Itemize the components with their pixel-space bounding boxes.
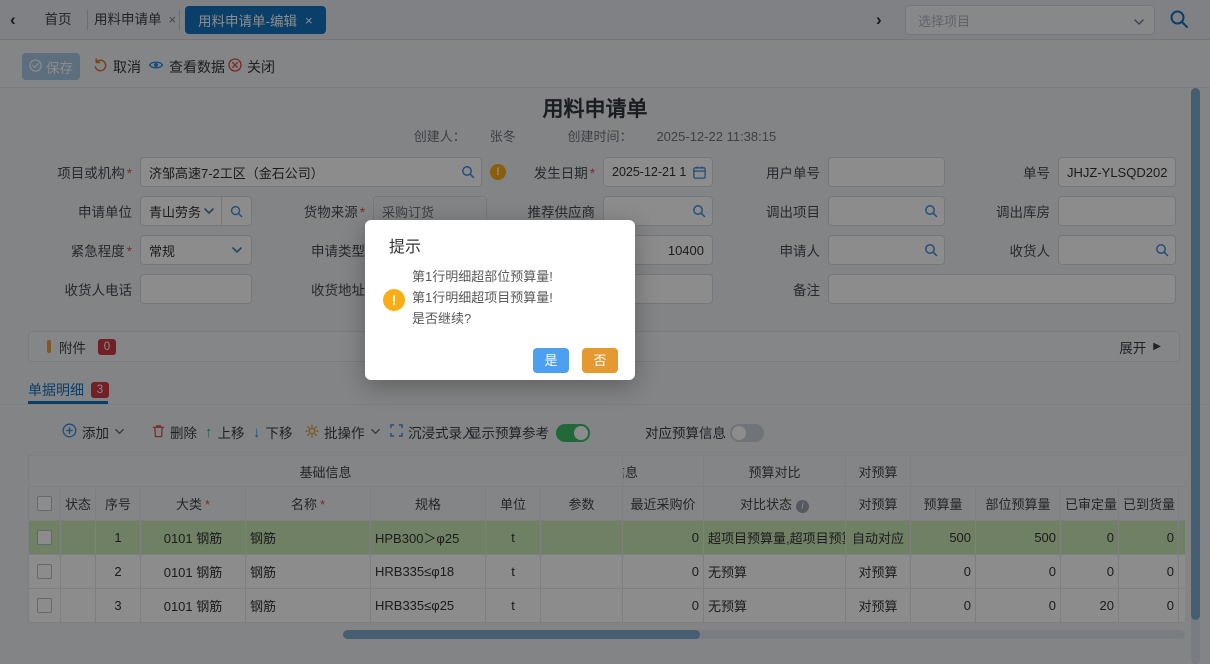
dialog-title: 提示 — [389, 239, 422, 256]
dialog-line: 第1行明细超部位预算量! — [412, 269, 553, 284]
confirm-dialog: 提示 ! 第1行明细超部位预算量! 第1行明细超项目预算量! 是否继续? 是 否 — [365, 220, 635, 380]
warning-icon: ! — [383, 289, 405, 311]
app-window: ‹ 首页 用料申请单 × 用料申请单-编辑 × › 选择项目 保存 取消 查看数据 — [0, 0, 1210, 664]
dialog-line: 是否继续? — [412, 311, 472, 326]
dialog-line: 第1行明细超项目预算量! — [412, 290, 553, 305]
no-button[interactable]: 否 — [582, 348, 618, 373]
dialog-message: 第1行明细超部位预算量! 第1行明细超项目预算量! 是否继续? — [412, 266, 553, 329]
yes-button[interactable]: 是 — [533, 348, 569, 373]
